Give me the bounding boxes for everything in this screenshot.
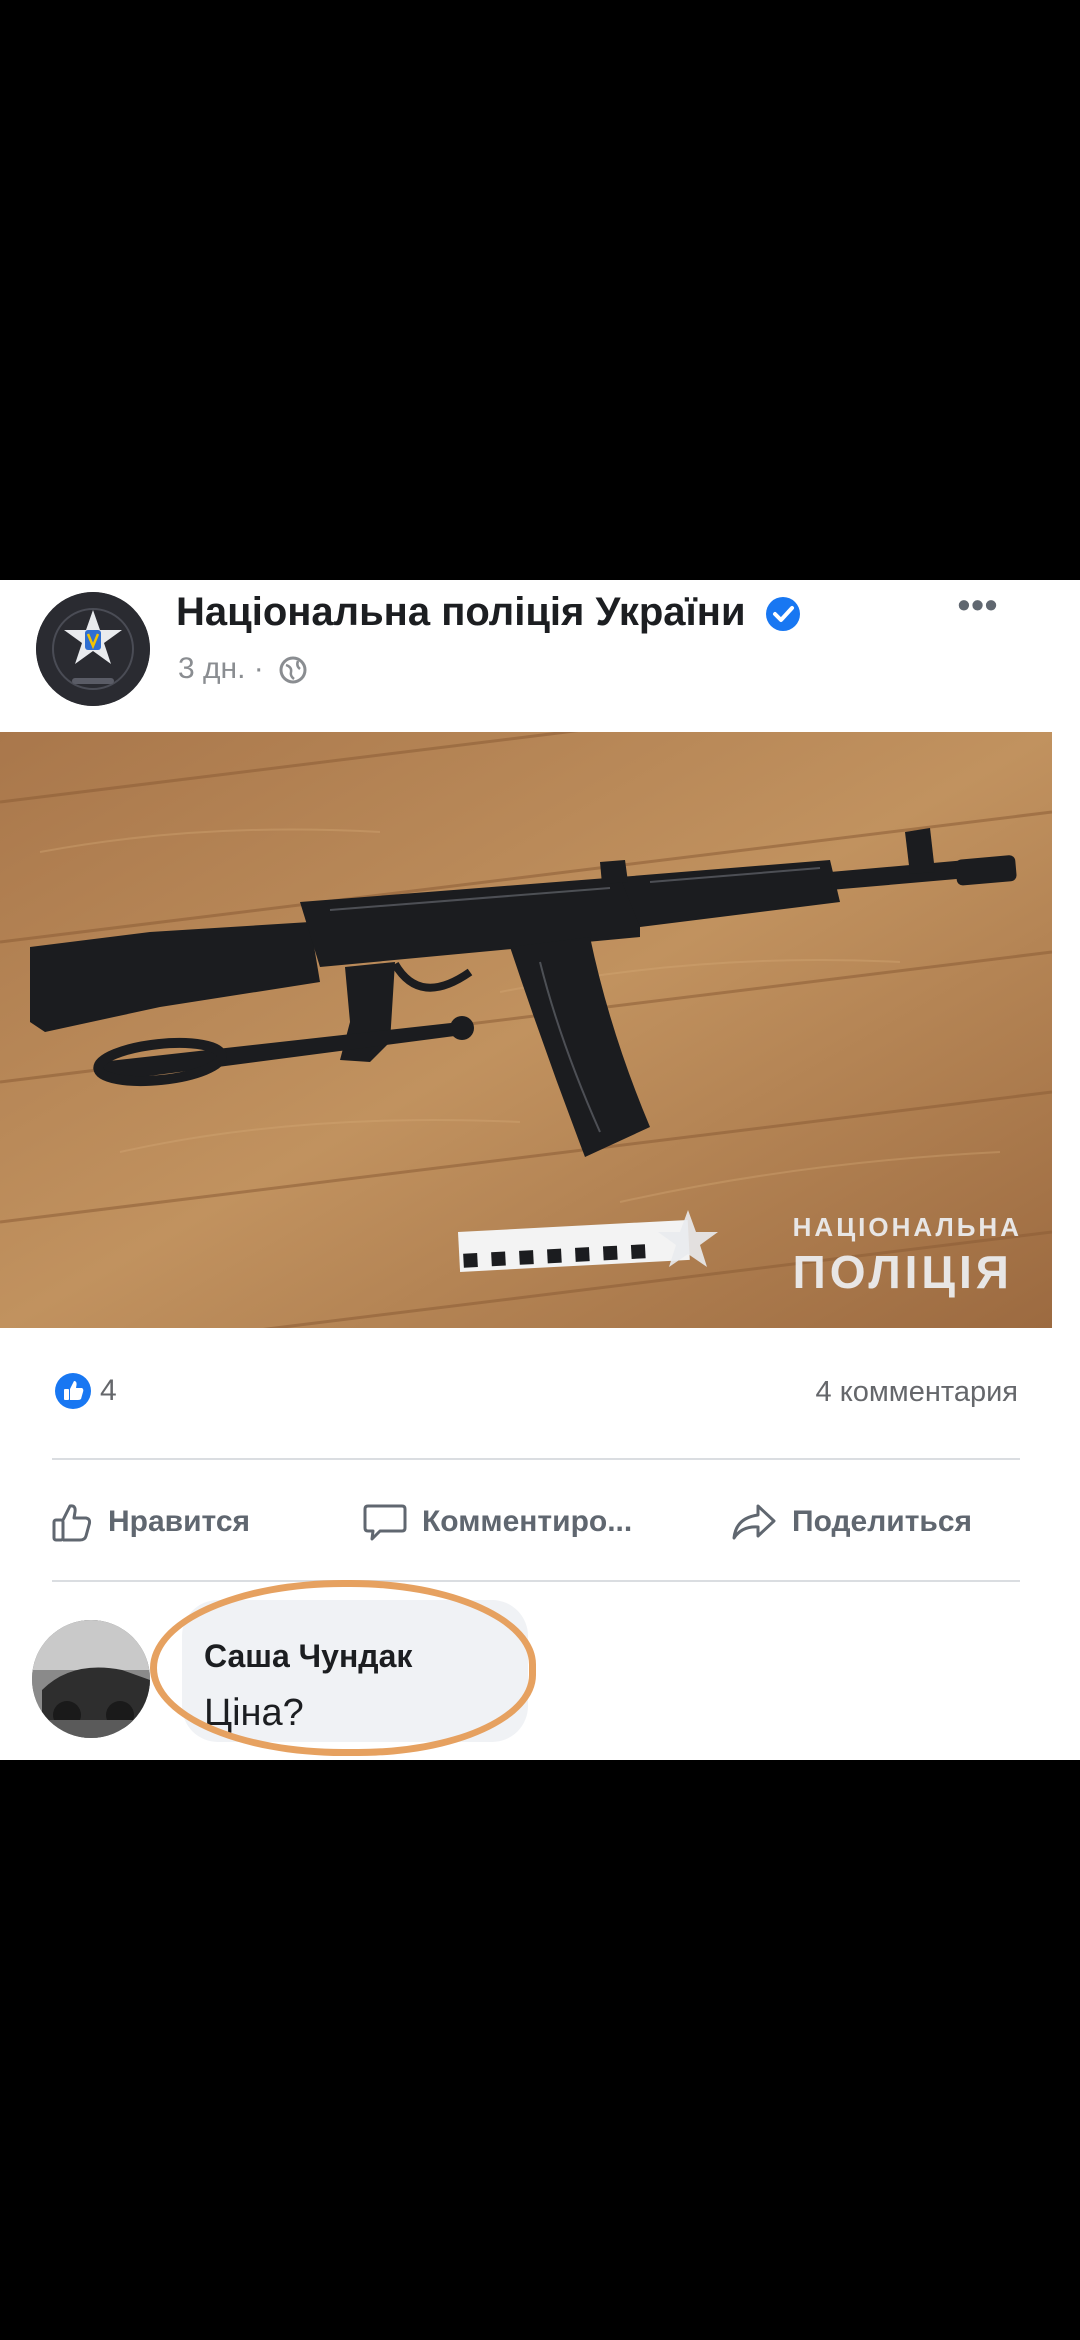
comment-button[interactable]: Комментиро... [362,1482,632,1562]
avatar-photo [32,1620,150,1738]
reactions-summary: 4 4 комментария [0,1362,1080,1422]
share-arrow-icon [732,1504,776,1540]
like-button[interactable]: Нравится [50,1482,250,1562]
commenter-avatar[interactable] [32,1620,150,1738]
like-reaction-icon[interactable] [54,1372,92,1410]
meta-separator: · [253,652,264,685]
like-label: Нравится [108,1505,251,1538]
comment-text: Ціна? [204,1692,304,1734]
screen: Національна поліція України 3 дн. · ••• [0,0,1080,2340]
reaction-count[interactable]: 4 [100,1374,117,1408]
post-photo[interactable]: НАЦІОНАЛЬНА ПОЛІЦІЯ [0,732,1052,1328]
page-avatar[interactable] [36,592,150,706]
police-emblem-icon [36,592,150,706]
comment-label: Комментиро... [422,1505,633,1538]
thumbs-up-icon [52,1504,92,1542]
share-button[interactable]: Поделиться [730,1482,972,1562]
watermark-line1: НАЦІОНАЛЬНА [792,1212,1022,1242]
globe-icon [279,656,307,684]
page-name-text: Національна поліція України [176,590,746,634]
comments-count[interactable]: 4 комментария [816,1376,1018,1409]
comment-bubble-icon [363,1504,407,1541]
divider [52,1458,1020,1460]
share-label: Поделиться [792,1505,973,1538]
post-meta: 3 дн. · [178,652,308,686]
watermark-line2: ПОЛІЦІЯ [792,1246,1013,1298]
post-time[interactable]: 3 дн. [178,652,245,685]
photo-watermark: НАЦІОНАЛЬНА ПОЛІЦІЯ [793,1212,1022,1299]
post-actions: Нравится Комментиро... Поделиться [0,1482,1080,1562]
verified-badge-icon [765,597,800,632]
page-name[interactable]: Національна поліція України [176,590,801,635]
divider [52,1580,1020,1582]
more-options-button[interactable]: ••• [948,584,1008,625]
facebook-post: Національна поліція України 3 дн. · ••• [0,580,1080,1760]
commenter-name[interactable]: Саша Чундак [204,1638,412,1675]
